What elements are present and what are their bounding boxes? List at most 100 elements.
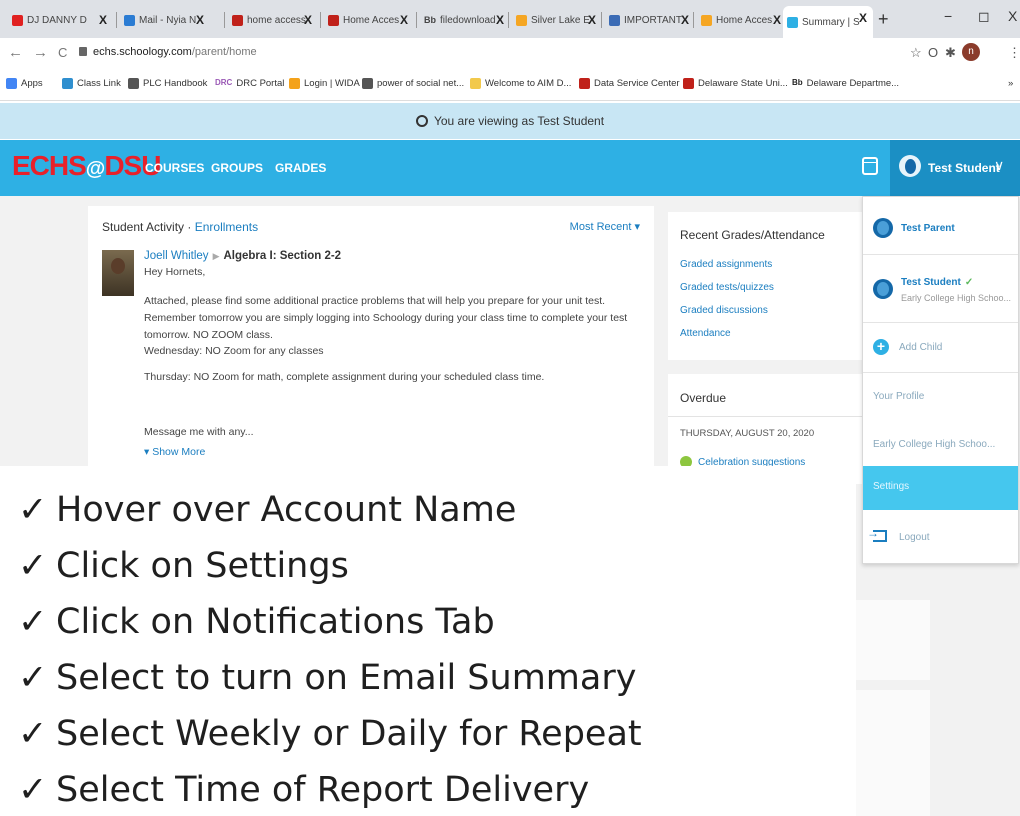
reload-icon[interactable]: C [58,45,67,60]
bookmark-star-icon[interactable]: ☆ [910,45,922,61]
checkmark-icon: ✓ [18,714,48,754]
bookmark-item[interactable]: PLC Handbook [128,78,207,89]
bookmark-icon [683,78,694,89]
new-tab-button[interactable]: + [878,9,889,30]
lock-icon [79,47,87,56]
account-menu-button[interactable]: Test Student ∨ [890,140,1020,196]
menu-icon[interactable]: ⋮ [1008,45,1020,61]
puzzle-icon[interactable]: ✱ [945,45,956,61]
instruction-text: Click on Notifications Tab [56,602,495,642]
bookmark-item[interactable]: Data Service Center [579,78,680,89]
sort-dropdown[interactable]: Most Recent ▾ [570,220,640,233]
tab-close-icon[interactable]: X [859,11,867,25]
post-author-link[interactable]: Joell Whitley [144,250,209,262]
instruction-step: ✓ Select to turn on Email Summary [18,658,636,698]
graded-discussions-link[interactable]: Graded discussions [680,305,768,316]
tab-favicon-icon [12,14,23,26]
browser-tab[interactable]: Home Acces X [697,8,787,32]
school-item[interactable]: Early College High Schoo... [863,421,1018,466]
your-profile-label: Your Profile [873,391,925,402]
tab-separator [320,12,321,28]
browser-tab[interactable]: Summary | SX [783,6,873,38]
bookmark-item[interactable]: Bb Delaware Departme... [792,78,899,89]
feed-title: Student Activity · Enrollments [102,220,258,234]
instruction-step: ✓ Click on Notifications Tab [18,602,495,642]
site-header: ECHS@DSU COURSES GROUPS GRADES Test Stud… [0,140,1020,196]
bookmark-item[interactable]: power of social net... [362,78,464,89]
switch-to-parent[interactable]: Test Parent [863,197,1018,255]
graded-tests-link[interactable]: Graded tests/quizzes [680,282,774,293]
bookmark-icon [362,78,373,89]
browser-tab[interactable]: Mail - Nyia NX [120,8,210,32]
your-profile-item[interactable]: Your Profile [863,373,1018,421]
browser-tab[interactable]: Silver Lake EX [512,8,602,32]
logout-item[interactable]: Logout [899,532,930,543]
tab-close-icon[interactable]: X [681,13,689,27]
add-child-item[interactable]: + Add Child [863,323,1018,373]
account-dropdown: Test Parent Test Student ✓ Early College … [862,196,1019,564]
tab-favicon-icon: Bb [424,14,436,25]
echs-dsu-logo[interactable]: ECHS@DSU [12,150,161,182]
settings-item[interactable]: Settings [863,466,1018,510]
bookmarks-overflow-icon[interactable]: » [1008,78,1013,89]
tab-separator [224,12,225,28]
restore-icon[interactable]: ◻ [978,8,990,25]
instruction-text: Hover over Account Name [56,490,517,530]
bookmark-item[interactable]: Welcome to AIM D... [470,78,571,89]
nav-courses[interactable]: COURSES [145,161,204,175]
overdue-date: THURSDAY, AUGUST 20, 2020 [680,428,815,439]
graded-assignments-link[interactable]: Graded assignments [680,259,772,270]
bookmark-item[interactable]: Login | WIDA [289,78,360,89]
browser-tab[interactable]: DJ DANNY DX [8,8,113,32]
url-field[interactable]: echs.schoology.com/parent/home [93,46,257,58]
bookmark-item[interactable]: Apps [6,78,43,89]
tab-close-icon[interactable]: X [196,13,204,27]
tab-close-icon[interactable]: X [773,13,781,27]
bookmark-icon [579,78,590,89]
profile-avatar[interactable]: n [962,43,980,61]
browser-tab[interactable]: home access X [228,8,318,32]
bookmark-label: Delaware Departme... [806,78,900,89]
bookmark-label: Class Link [77,78,121,89]
tab-close-icon[interactable]: X [304,13,312,27]
bookmark-icon: Bb [792,78,803,87]
browser-tab[interactable]: Home Acces X [324,8,414,32]
tab-favicon-icon [787,16,798,28]
browser-tab[interactable]: Bb filedownload X [420,8,510,32]
bookmark-item[interactable]: Delaware State Uni... [683,78,788,89]
tab-close-icon[interactable]: X [496,13,504,27]
post-course-link[interactable]: Algebra I: Section 2-2 [223,250,341,262]
tab-close-icon[interactable]: X [588,13,596,27]
nav-grades[interactable]: GRADES [275,161,326,175]
nav-groups[interactable]: GROUPS [211,161,263,175]
tab-close-icon[interactable]: X [99,13,107,27]
bookmark-label: PLC Handbook [143,78,208,89]
instruction-step: ✓ Select Weekly or Daily for Repeat [18,714,642,754]
tab-close-icon[interactable]: X [400,13,408,27]
back-icon[interactable]: ← [8,44,23,61]
post-author-avatar[interactable] [102,250,134,296]
checkmark-icon: ✓ [18,658,48,698]
browser-tab[interactable]: IMPORTANT X [605,8,695,32]
tab-separator [601,12,602,28]
bookmark-icon [470,78,481,89]
calendar-icon[interactable] [862,157,878,175]
forward-icon[interactable]: → [33,44,48,61]
logo-at: @ [85,158,105,180]
right-column-block [856,600,930,680]
show-more-link[interactable]: ▾ Show More [144,446,205,458]
extension-icon[interactable]: O [928,45,938,60]
minimize-icon[interactable]: − [944,8,952,24]
tab-favicon-icon [328,14,339,26]
post-greeting: Hey Hornets, [144,266,206,278]
switch-to-student[interactable]: Test Student ✓ Early College High Schoo..… [863,255,1018,323]
close-window-icon[interactable]: X [1008,8,1017,24]
bookmark-item[interactable]: Class Link [62,78,121,89]
post-paragraph: Attached, please find some additional pr… [144,295,628,341]
attendance-link[interactable]: Attendance [680,328,731,339]
enrollments-link[interactable]: Enrollments [195,220,258,234]
bookmark-label: Delaware State Uni... [698,78,788,89]
viewing-as-text: You are viewing as Test Student [433,114,605,128]
bookmark-item[interactable]: DRC DRC Portal [215,78,284,89]
add-icon: + [873,339,889,355]
